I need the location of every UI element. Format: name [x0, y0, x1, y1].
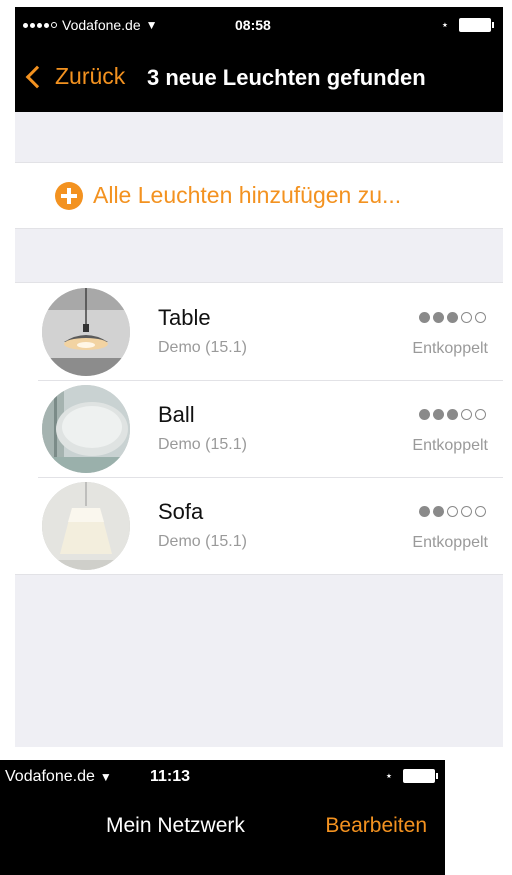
- status-time: 11:13: [150, 768, 191, 785]
- back-chevron-icon: [25, 65, 49, 88]
- bluetooth-icon: ⋆: [440, 17, 449, 32]
- light-row-table[interactable]: Table Demo (15.1) Entkoppelt: [15, 283, 503, 380]
- signal-dot-empty: [461, 506, 472, 517]
- battery-icon: [459, 18, 494, 32]
- signal-dot-filled: [419, 312, 430, 323]
- status-right: ⋆: [384, 768, 438, 784]
- signal-strength-indicator: [419, 506, 486, 517]
- light-status: Entkoppelt: [412, 437, 488, 454]
- signal-dot-empty: [475, 506, 486, 517]
- signal-dot-filled: [447, 312, 458, 323]
- plus-circle-icon: [55, 181, 83, 210]
- light-name: Table: [158, 305, 211, 330]
- status-left: Vodafone.de ▼: [0, 768, 112, 786]
- carrier-label: Vodafone.de: [5, 768, 95, 785]
- signal-dot-filled: [447, 409, 458, 420]
- page-title: Mein Netzwerk: [106, 814, 245, 837]
- status-right: ⋆: [440, 17, 494, 33]
- signal-strength-indicator: [419, 409, 486, 420]
- screen-new-lights: Vodafone.de ▼ 08:58 ⋆ Zurück 3 neue Leuc…: [15, 7, 503, 747]
- back-label: Zurück: [55, 63, 126, 89]
- signal-strength-indicator: [419, 312, 486, 323]
- signal-dot-filled: [433, 312, 444, 323]
- signal-dot-empty: [447, 506, 458, 517]
- add-all-label: Alle Leuchten hinzufügen zu...: [93, 182, 402, 208]
- signal-dot-empty: [475, 409, 486, 420]
- signal-dot-empty: [461, 312, 472, 323]
- lamp-thumbnail-table: [42, 288, 130, 376]
- light-name: Ball: [158, 402, 195, 427]
- wifi-icon: ▼: [99, 770, 112, 784]
- wifi-icon: ▼: [145, 18, 158, 32]
- light-subtitle: Demo (15.1): [158, 533, 247, 550]
- signal-dot-filled: [419, 506, 430, 517]
- back-button[interactable]: Zurück: [25, 63, 125, 90]
- lights-list: Table Demo (15.1) Entkoppelt Ball Demo (…: [15, 282, 503, 575]
- screen-my-network: Vodafone.de ▼ 11:13 ⋆ Mein Netzwerk Bear…: [0, 760, 445, 875]
- carrier-label: Vodafone.de: [62, 17, 141, 33]
- status-bar: Vodafone.de ▼ 08:58 ⋆: [15, 7, 503, 45]
- page-title: 3 neue Leuchten gefunden: [147, 65, 426, 90]
- signal-dots-icon: [23, 22, 57, 28]
- light-row-sofa[interactable]: Sofa Demo (15.1) Entkoppelt: [15, 477, 503, 574]
- light-status: Entkoppelt: [412, 340, 488, 357]
- light-subtitle: Demo (15.1): [158, 339, 247, 356]
- signal-dot-filled: [433, 506, 444, 517]
- lamp-thumbnail-ball: [42, 385, 130, 473]
- bluetooth-icon: ⋆: [384, 768, 393, 783]
- light-name: Sofa: [158, 499, 204, 524]
- light-row-ball[interactable]: Ball Demo (15.1) Entkoppelt: [15, 380, 503, 477]
- signal-dot-filled: [433, 409, 444, 420]
- signal-dot-empty: [461, 409, 472, 420]
- light-status: Entkoppelt: [412, 534, 488, 551]
- light-subtitle: Demo (15.1): [158, 436, 247, 453]
- lamp-thumbnail-sofa: [42, 482, 130, 570]
- nav-bar: Zurück 3 neue Leuchten gefunden: [15, 45, 503, 112]
- signal-dot-empty: [475, 312, 486, 323]
- signal-dot-filled: [419, 409, 430, 420]
- status-left: Vodafone.de ▼: [23, 17, 158, 33]
- status-time: 08:58: [235, 17, 271, 33]
- battery-icon: [403, 769, 438, 783]
- add-all-lights-button[interactable]: Alle Leuchten hinzufügen zu...: [15, 162, 503, 229]
- edit-button[interactable]: Bearbeiten: [325, 814, 427, 838]
